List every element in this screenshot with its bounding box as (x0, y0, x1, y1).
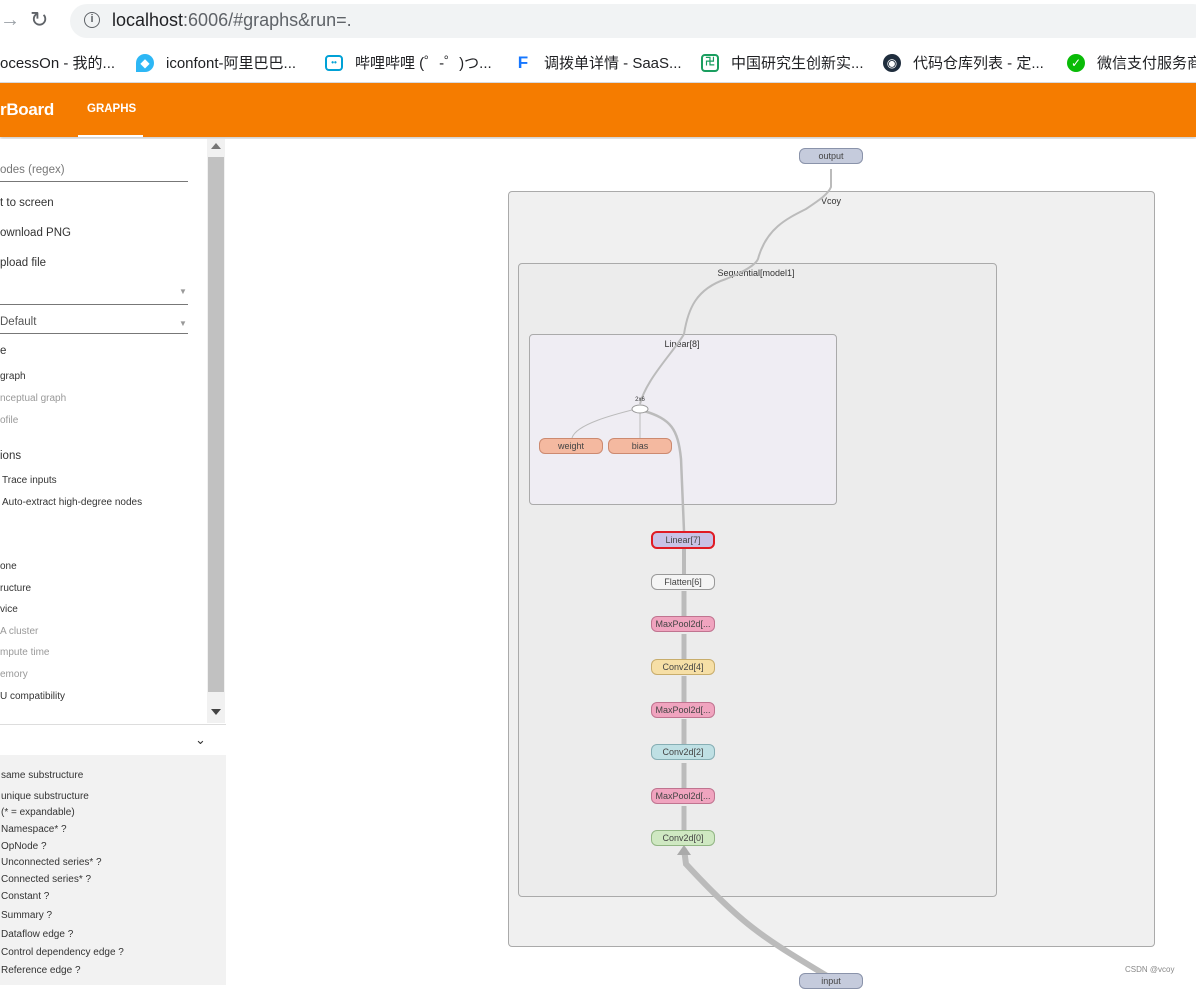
node-bias[interactable]: bias (608, 438, 672, 454)
scroll-up-icon[interactable] (211, 143, 221, 149)
bookmark-wechat-pay[interactable]: ✓ 微信支付服务商 (1067, 52, 1196, 73)
bookmark-saas[interactable]: F 调拨单详情 - SaaS... (514, 52, 682, 73)
bookmark-label: 哔哩哔哩 (゜-゜)つ... (355, 55, 492, 72)
legend-constant[interactable]: Constant ? (1, 891, 49, 902)
graph-canvas[interactable]: Vcoy Sequential[model1] Linear[8] 2x6 ou… (226, 139, 1196, 989)
graph-type-option-profile[interactable]: ofile (0, 415, 18, 426)
scroll-down-icon[interactable] (211, 709, 221, 715)
color-option-tpu-compat[interactable]: U compatibility (0, 691, 65, 702)
tag-select-underline (0, 333, 188, 334)
bookmark-iconfont[interactable]: ◆ iconfont-阿里巴巴... (136, 52, 296, 73)
legend-namespace[interactable]: Namespace* ? (1, 824, 67, 835)
node-linear7-selected[interactable]: Linear[7] (651, 531, 715, 549)
linear-op-label: 2x6 (635, 397, 645, 403)
scrollbar-thumb[interactable] (208, 157, 224, 692)
node-search-input[interactable]: odes (regex) (0, 164, 65, 176)
trace-inputs-toggle[interactable]: Trace inputs (2, 475, 57, 486)
node-maxpool3[interactable]: MaxPool2d[... (651, 702, 715, 718)
edge-input-conv0 (681, 848, 834, 982)
node-options-heading: ions (0, 450, 22, 462)
sidebar-scrollbar[interactable] (207, 139, 225, 723)
watermark: CSDN @vcoy (1125, 965, 1175, 974)
bookmark-label: ocessOn - 我的... (0, 55, 116, 72)
legend-connected-series[interactable]: Connected series* ? (1, 874, 91, 885)
color-option-structure[interactable]: ructure (0, 583, 31, 594)
color-option-compute-time[interactable]: mpute time (0, 647, 49, 658)
address-bar[interactable]: i localhost:6006/#graphs&run=. (70, 4, 1196, 38)
saas-icon: F (514, 53, 532, 72)
node-conv2[interactable]: Conv2d[2] (651, 744, 715, 760)
bookmark-cpipc[interactable]: 卍 中国研究生创新实... (701, 52, 864, 73)
bookmark-repo[interactable]: ◉ 代码仓库列表 - 定... (883, 52, 1044, 73)
download-png-button[interactable]: ownload PNG (0, 227, 71, 239)
legend-control-dependency-edge[interactable]: Control dependency edge ? (1, 947, 124, 958)
legend-panel: same substructure unique substructure (*… (0, 755, 226, 985)
upload-file-button[interactable]: pload file (0, 257, 46, 269)
bookmark-label: 中国研究生创新实... (731, 55, 864, 72)
run-select-underline (0, 304, 188, 305)
legend-expandable-note: (* = expandable) (1, 807, 75, 818)
bookmark-label: 微信支付服务商 (1097, 55, 1196, 72)
legend-summary[interactable]: Summary ? (1, 910, 52, 921)
tag-dropdown-icon[interactable]: ▼ (179, 319, 187, 328)
color-option-none[interactable]: one (0, 561, 17, 572)
edge-linear7-linear8 (643, 409, 686, 532)
search-underline (0, 181, 188, 182)
active-tab-indicator (78, 135, 143, 137)
bilibili-icon: •• (325, 54, 343, 71)
tag-select[interactable]: Default (0, 316, 36, 328)
graph-type-option-conceptual[interactable]: nceptual graph (0, 393, 66, 404)
iconfont-icon: ◆ (136, 53, 154, 72)
site-info-icon[interactable]: i (84, 12, 100, 28)
fit-to-screen-button[interactable]: t to screen (0, 197, 54, 209)
node-input[interactable]: input (799, 973, 863, 989)
legend-unique-substructure: unique substructure (1, 791, 89, 802)
node-maxpool5[interactable]: MaxPool2d[... (651, 616, 715, 632)
node-output[interactable]: output (799, 148, 863, 164)
app-title: rBoard (0, 100, 54, 119)
bookmark-label: iconfont-阿里巴巴... (166, 55, 297, 72)
forward-arrow-icon[interactable]: → (0, 9, 20, 32)
bookmark-label: 调拨单详情 - SaaS... (544, 55, 682, 72)
legend-same-substructure: same substructure (1, 770, 84, 781)
wechat-pay-icon: ✓ (1067, 53, 1085, 72)
color-option-xla-cluster[interactable]: A cluster (0, 626, 38, 637)
bookmark-label: 代码仓库列表 - 定... (913, 55, 1044, 72)
bookmark-bilibili[interactable]: •• 哔哩哔哩 (゜-゜)つ... (325, 52, 492, 73)
node-conv0[interactable]: Conv2d[0] (651, 830, 715, 846)
graph-edges (571, 169, 834, 982)
legend-reference-edge[interactable]: Reference edge ? (1, 965, 81, 976)
divider (0, 724, 226, 725)
legend-unconnected-series[interactable]: Unconnected series* ? (1, 857, 102, 868)
node-maxpool1[interactable]: MaxPool2d[... (651, 788, 715, 804)
tab-graphs-label: GRAPHS (87, 103, 137, 115)
edge-weight-op (571, 408, 637, 439)
tab-graphs[interactable]: GRAPHS (78, 83, 143, 137)
graph-type-option-graph[interactable]: graph (0, 371, 26, 382)
legend-opnode[interactable]: OpNode ? (1, 841, 47, 852)
edge-linear8-output (639, 169, 832, 405)
graph-type-heading: e (0, 345, 7, 357)
node-flatten6[interactable]: Flatten[6] (651, 574, 715, 590)
legend-collapse-icon[interactable]: ⌄ (195, 732, 206, 748)
bookmarks-bar: ocessOn - 我的... ◆ iconfont-阿里巴巴... •• 哔哩… (0, 42, 1196, 83)
browser-toolbar: → ↻ i localhost:6006/#graphs&run=. (0, 0, 1196, 42)
color-option-device[interactable]: vice (0, 604, 18, 615)
graph-controls-sidebar: odes (regex) t to screen ownload PNG plo… (0, 139, 226, 985)
repo-icon: ◉ (883, 53, 901, 72)
color-option-memory[interactable]: emory (0, 669, 28, 680)
legend-dataflow-edge[interactable]: Dataflow edge ? (1, 929, 73, 940)
auto-extract-toggle[interactable]: Auto-extract high-degree nodes (2, 497, 142, 508)
reload-icon[interactable]: ↻ (30, 7, 48, 33)
controls-panel: odes (regex) t to screen ownload PNG plo… (0, 139, 207, 723)
node-conv4[interactable]: Conv2d[4] (651, 659, 715, 675)
node-weight[interactable]: weight (539, 438, 603, 454)
linear-op-node[interactable] (631, 404, 649, 414)
bookmark-processon[interactable]: ocessOn - 我的... (0, 52, 115, 73)
url-text[interactable]: localhost:6006/#graphs&run=. (112, 10, 352, 31)
run-dropdown-icon[interactable]: ▼ (179, 287, 187, 296)
cpipc-icon: 卍 (701, 53, 719, 72)
arrowhead-icon (677, 845, 691, 855)
tensorboard-header: rBoard GRAPHS (0, 83, 1196, 137)
